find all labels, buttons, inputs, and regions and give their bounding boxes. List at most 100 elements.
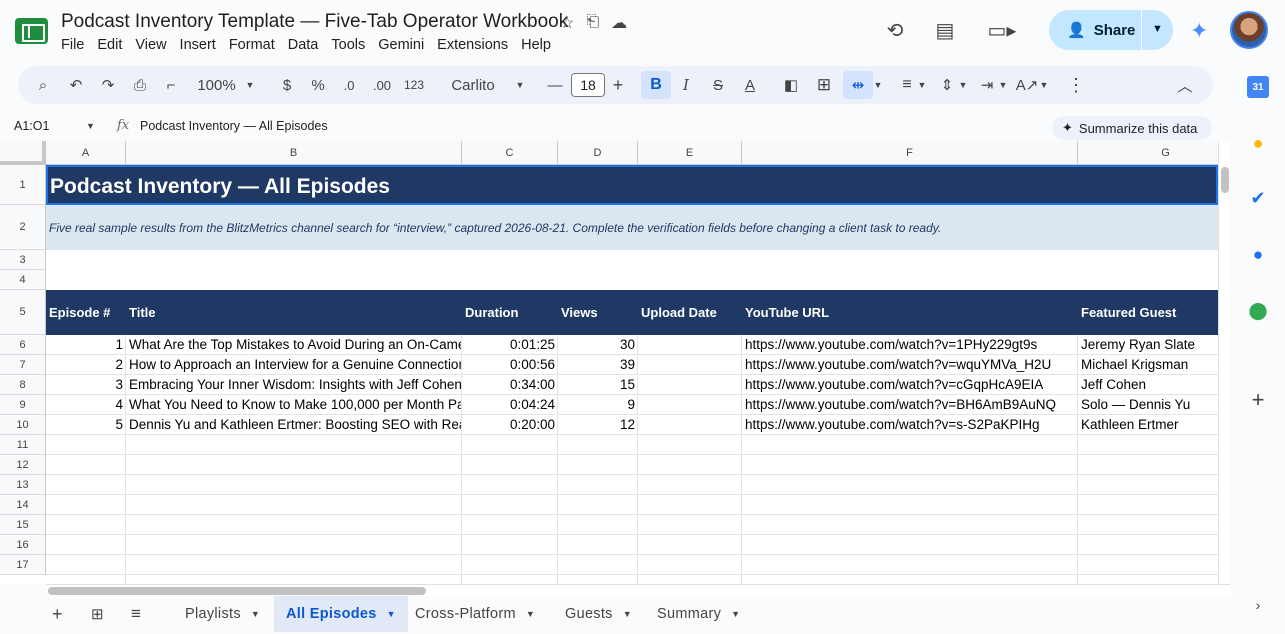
episode-views[interactable]: 15 (558, 375, 635, 395)
header-duration[interactable]: Duration (465, 305, 518, 320)
menu-edit[interactable]: Edit (97, 37, 122, 53)
move-folder-icon[interactable]: ⎗ (586, 13, 599, 33)
contacts-icon[interactable]: ● (1247, 244, 1269, 266)
episode-number[interactable]: 3 (46, 375, 123, 395)
rotation-chevron-icon[interactable]: ▼ (1039, 66, 1049, 104)
valign-chevron-icon[interactable]: ▼ (958, 66, 968, 104)
name-box-chevron-icon[interactable]: ▼ (86, 121, 95, 131)
share-dropdown-icon[interactable]: ▼ (1152, 23, 1163, 35)
borders-icon[interactable]: ⊞ (814, 66, 834, 104)
sheet-list-icon[interactable]: ⊞ (91, 596, 111, 632)
row-header-14[interactable]: 14 (0, 495, 46, 515)
episode-number[interactable]: 5 (46, 415, 123, 435)
tab-chevron-icon[interactable]: ▼ (731, 609, 740, 619)
column-header-a[interactable]: A (46, 141, 126, 165)
bold-button[interactable]: B (641, 71, 671, 99)
vertical-scroll-thumb[interactable] (1221, 167, 1229, 193)
print-icon[interactable]: ⎙ (129, 66, 151, 104)
episode-duration[interactable]: 0:01:25 (462, 335, 555, 355)
header-views[interactable]: Views (561, 305, 598, 320)
episode-duration[interactable]: 0:34:00 (462, 375, 555, 395)
tab-chevron-icon[interactable]: ▼ (623, 609, 632, 619)
menu-insert[interactable]: Insert (180, 37, 216, 53)
halign-chevron-icon[interactable]: ▼ (917, 66, 927, 104)
more-formats-button[interactable]: 123 (402, 66, 426, 104)
font-family-select[interactable]: Carlito (448, 66, 498, 104)
more-options-icon[interactable]: ⋮ (1067, 66, 1085, 104)
summarize-data-button[interactable]: ✦ Summarize this data (1052, 116, 1212, 140)
document-title[interactable]: Podcast Inventory Template — Five-Tab Op… (61, 11, 568, 33)
add-ons-plus-icon[interactable]: + (1247, 387, 1269, 412)
meet-icon[interactable]: ▭▸ (982, 15, 1022, 45)
italic-button[interactable]: I (678, 66, 694, 104)
menu-view[interactable]: View (135, 37, 166, 53)
header-youtube-url[interactable]: YouTube URL (745, 305, 829, 320)
episode-title[interactable]: What Are the Top Mistakes to Avoid Durin… (129, 335, 461, 355)
row-header-7[interactable]: 7 (0, 355, 46, 375)
row-header-13[interactable]: 13 (0, 475, 46, 495)
episode-number[interactable]: 4 (46, 395, 123, 415)
star-icon[interactable]: ☆ (560, 13, 574, 33)
share-button[interactable]: 👤 Share ▼ (1049, 10, 1173, 50)
column-header-c[interactable]: C (462, 141, 558, 165)
wrap-chevron-icon[interactable]: ▼ (998, 66, 1008, 104)
row-header-2[interactable]: 2 (0, 205, 46, 250)
add-sheet-icon[interactable]: + (52, 596, 72, 632)
font-size-input[interactable]: 18 (571, 73, 605, 97)
merge-chevron-icon[interactable]: ▼ (873, 66, 883, 104)
decrease-decimal-button[interactable]: .0 (338, 66, 360, 104)
tab-chevron-icon[interactable]: ▼ (526, 609, 535, 619)
tab-guests[interactable]: Guests ▼ (553, 596, 644, 632)
comments-icon[interactable]: ▤ (930, 15, 960, 45)
episode-views[interactable]: 9 (558, 395, 635, 415)
column-header-b[interactable]: B (126, 141, 462, 165)
tab-summary[interactable]: Summary ▼ (645, 596, 752, 632)
increase-decimal-button[interactable]: .00 (369, 66, 395, 104)
episode-guest[interactable]: Solo — Dennis Yu (1081, 395, 1216, 415)
episode-views[interactable]: 39 (558, 355, 635, 375)
episode-upload-date[interactable] (641, 375, 739, 395)
tab-all-episodes[interactable]: All Episodes ▼ (274, 596, 408, 632)
episode-guest[interactable]: Jeff Cohen (1081, 375, 1216, 395)
horizontal-align-icon[interactable]: ≡ (897, 66, 917, 104)
tab-playlists[interactable]: Playlists ▼ (172, 596, 273, 632)
row-header-1[interactable]: 1 (0, 165, 46, 205)
episode-upload-date[interactable] (641, 335, 739, 355)
all-sheets-menu-icon[interactable]: ≡ (131, 596, 151, 632)
merge-cells-icon[interactable]: ⇹ (843, 71, 873, 99)
text-color-button[interactable]: A (742, 66, 758, 104)
keep-icon[interactable]: ● (1247, 132, 1269, 154)
column-header-e[interactable]: E (638, 141, 742, 165)
tasks-icon[interactable]: ✔ (1247, 187, 1269, 209)
formula-input[interactable]: Podcast Inventory — All Episodes (140, 119, 328, 133)
episode-views[interactable]: 30 (558, 335, 635, 355)
undo-icon[interactable]: ↶ (65, 66, 87, 104)
row-header-16[interactable]: 16 (0, 535, 46, 555)
gemini-spark-icon[interactable]: ✦ (1190, 18, 1208, 44)
episode-duration[interactable]: 0:04:24 (462, 395, 555, 415)
increase-font-size-icon[interactable]: + (610, 66, 626, 104)
episode-title[interactable]: What You Need to Know to Make 100,000 pe… (129, 395, 461, 415)
episode-duration[interactable]: 0:00:56 (462, 355, 555, 375)
text-rotation-icon[interactable]: A↗ (1016, 66, 1039, 104)
episode-title[interactable]: Dennis Yu and Kathleen Ertmer: Boosting … (129, 415, 461, 435)
format-percent-button[interactable]: % (308, 66, 328, 104)
episode-guest[interactable]: Jeremy Ryan Slate (1081, 335, 1216, 355)
horizontal-scrollbar[interactable] (46, 584, 1230, 596)
row-header-15[interactable]: 15 (0, 515, 46, 535)
episode-guest[interactable]: Kathleen Ertmer (1081, 415, 1216, 435)
font-chevron-icon[interactable]: ▼ (514, 66, 526, 104)
episode-title[interactable]: How to Approach an Interview for a Genui… (129, 355, 461, 375)
version-history-icon[interactable]: ⟲ (880, 15, 910, 45)
calendar-icon[interactable]: 31 (1247, 76, 1269, 98)
menu-help[interactable]: Help (521, 37, 551, 53)
menu-format[interactable]: Format (229, 37, 275, 53)
menu-file[interactable]: File (61, 37, 84, 53)
paint-format-icon[interactable]: ⌐ (160, 66, 182, 104)
row-header-8[interactable]: 8 (0, 375, 46, 395)
episode-title[interactable]: Embracing Your Inner Wisdom: Insights wi… (129, 375, 461, 395)
title-cell[interactable]: Podcast Inventory — All Episodes (46, 165, 1218, 205)
zoom-chevron-icon[interactable]: ▼ (244, 66, 256, 104)
row-header-5[interactable]: 5 (0, 290, 46, 335)
episode-guest[interactable]: Michael Krigsman (1081, 355, 1216, 375)
